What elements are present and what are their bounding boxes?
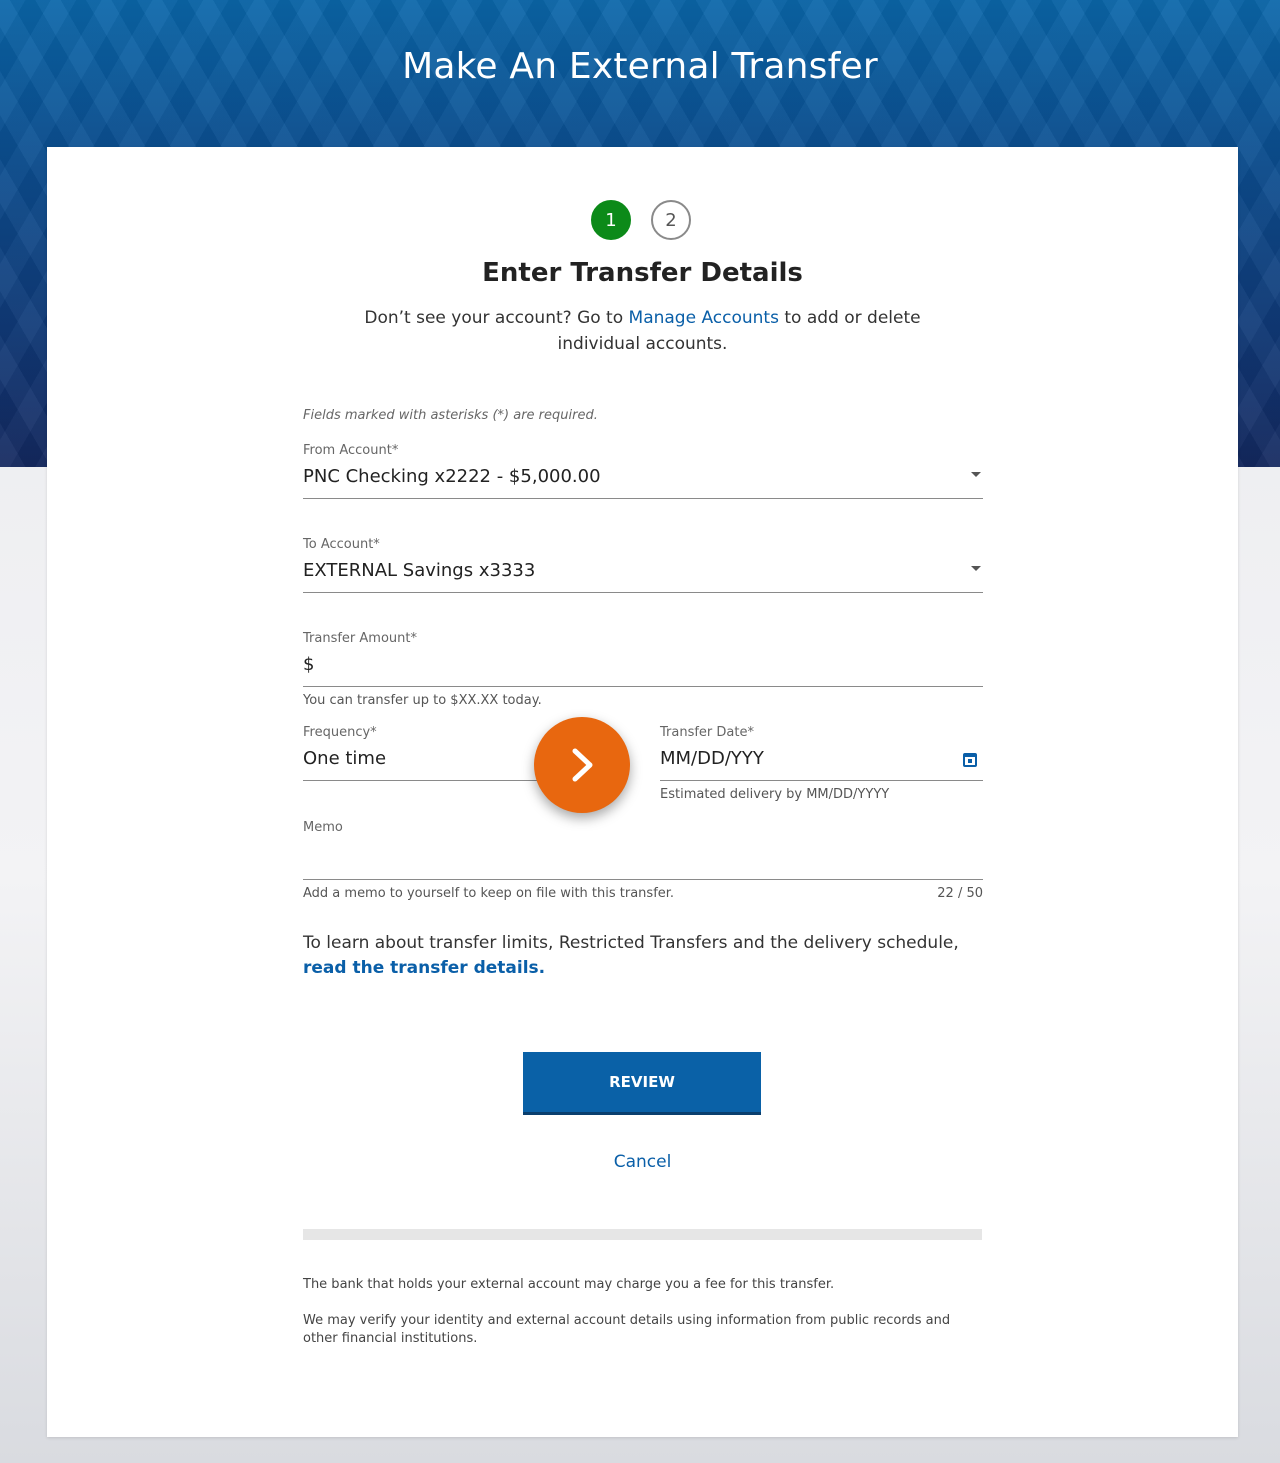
memo-hint-row: Add a memo to yourself to keep on file w… (303, 886, 983, 901)
page-title: Make An External Transfer (402, 46, 878, 87)
estimated-delivery-hint: Estimated delivery by MM/DD/YYYY (660, 787, 890, 802)
from-account-field: From Account* PNC Checking x2222 - $5,00… (303, 443, 983, 499)
transfer-date-value: MM/DD/YYY (660, 748, 764, 769)
to-account-value: EXTERNAL Savings x3333 (303, 560, 536, 581)
currency-prefix: $ (303, 654, 315, 675)
intro-text: Don’t see your account? Go to Manage Acc… (327, 305, 958, 357)
review-button[interactable]: REVIEW (523, 1052, 761, 1112)
cancel-link[interactable]: Cancel (47, 1152, 1238, 1172)
transfer-card: 1 2 Enter Transfer Details Don’t see you… (47, 147, 1238, 1437)
calendar-icon[interactable] (963, 753, 977, 767)
transfer-date-input[interactable]: MM/DD/YYY (660, 746, 983, 781)
verification-disclaimer: We may verify your identity and external… (303, 1313, 951, 1346)
transfer-amount-field: Transfer Amount* $ You can transfer up t… (303, 631, 983, 708)
transfer-amount-label: Transfer Amount* (303, 631, 417, 646)
transfer-amount-input[interactable]: $ (303, 652, 983, 687)
transfer-limits-text: To learn about transfer limits, Restrict… (303, 931, 983, 981)
stepper: 1 2 (591, 200, 695, 244)
to-account-select[interactable]: EXTERNAL Savings x3333 (303, 558, 983, 593)
chevron-right-icon (572, 748, 593, 782)
memo-field: Memo Add a memo to yourself to keep on f… (303, 820, 983, 901)
intro-text-before: Don’t see your account? Go to (364, 308, 629, 328)
fee-disclaimer: The bank that holds your external accoun… (303, 1277, 835, 1292)
memo-label: Memo (303, 820, 343, 835)
transfer-date-field: Transfer Date* MM/DD/YYY Estimated deliv… (660, 725, 983, 802)
memo-input[interactable] (303, 841, 983, 880)
transfer-limits-copy: To learn about transfer limits, Restrict… (303, 933, 959, 953)
from-account-label: From Account* (303, 443, 399, 458)
dropdown-arrow-icon (971, 566, 981, 571)
manage-accounts-link[interactable]: Manage Accounts (629, 308, 779, 328)
divider (303, 1229, 982, 1240)
step-2-indicator: 2 (651, 200, 691, 240)
dropdown-arrow-icon (971, 472, 981, 477)
to-account-label: To Account* (303, 537, 380, 552)
next-arrow-button[interactable] (534, 717, 630, 813)
section-heading: Enter Transfer Details (482, 258, 803, 288)
from-account-value: PNC Checking x2222 - $5,000.00 (303, 466, 601, 487)
transfer-date-label: Transfer Date* (660, 725, 754, 740)
from-account-select[interactable]: PNC Checking x2222 - $5,000.00 (303, 464, 983, 499)
frequency-value: One time (303, 748, 387, 769)
memo-hint: Add a memo to yourself to keep on file w… (303, 886, 675, 901)
transfer-details-link[interactable]: read the transfer details. (303, 958, 545, 978)
to-account-field: To Account* EXTERNAL Savings x3333 (303, 537, 983, 593)
required-fields-note: Fields marked with asterisks (*) are req… (303, 408, 598, 423)
step-1-indicator: 1 (591, 200, 631, 240)
memo-character-count: 22 / 50 (937, 886, 983, 901)
transfer-amount-hint: You can transfer up to $XX.XX today. (303, 693, 542, 708)
